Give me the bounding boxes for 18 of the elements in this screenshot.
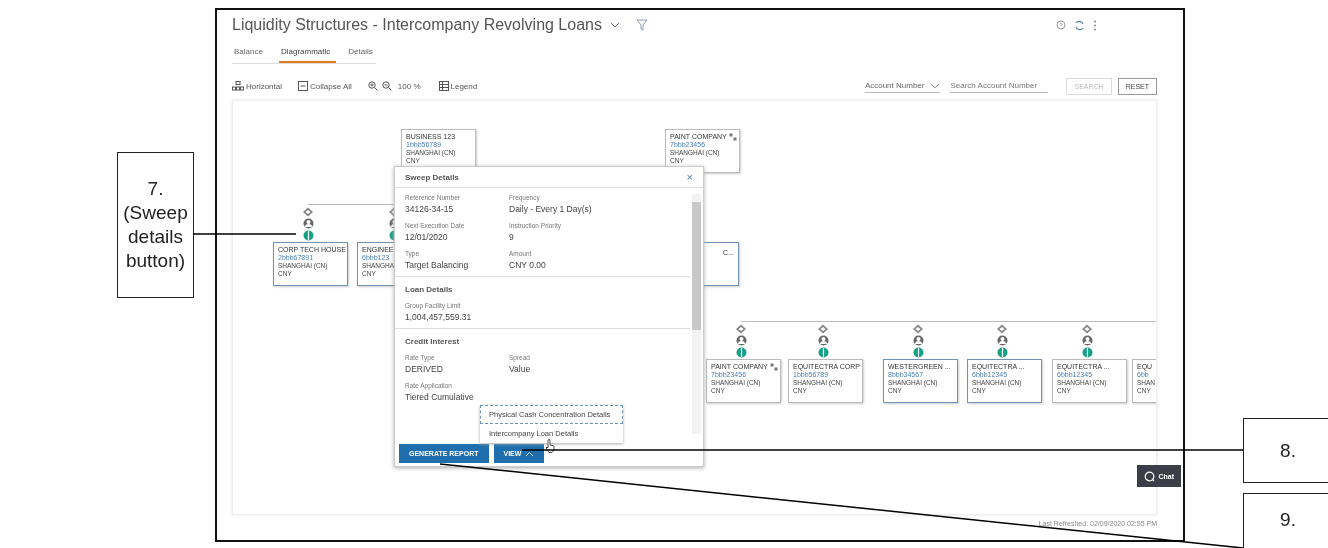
field-value: Target Balancing [405,260,470,270]
field-value: DERIVED [405,364,444,374]
field-value: 1,004,457,559.31 [405,312,473,322]
field-value: CNY 0.00 [509,260,547,270]
field-value: Value [509,364,532,374]
field-value: 9 [509,232,515,242]
callout-number: 9. [1280,508,1296,532]
zoom-level: 100 % [397,81,421,91]
field-value: Daily - Every 1 Day(s) [509,204,593,214]
page-title: Liquidity Structures - Intercompany Revolving Loans [232,16,602,34]
field-value: 12/01/2020 [405,232,449,242]
callout-text: 7. (Sweep details button) [122,177,189,273]
section-title: Credit Interest [405,337,461,346]
field-value: Tiered Cumulative [405,392,475,402]
field-value: 34126-34-15 [405,204,455,214]
popup-title: Sweep Details [405,172,459,182]
callout-number: 8. [1280,438,1296,463]
section-title: Loan Details [405,285,454,294]
